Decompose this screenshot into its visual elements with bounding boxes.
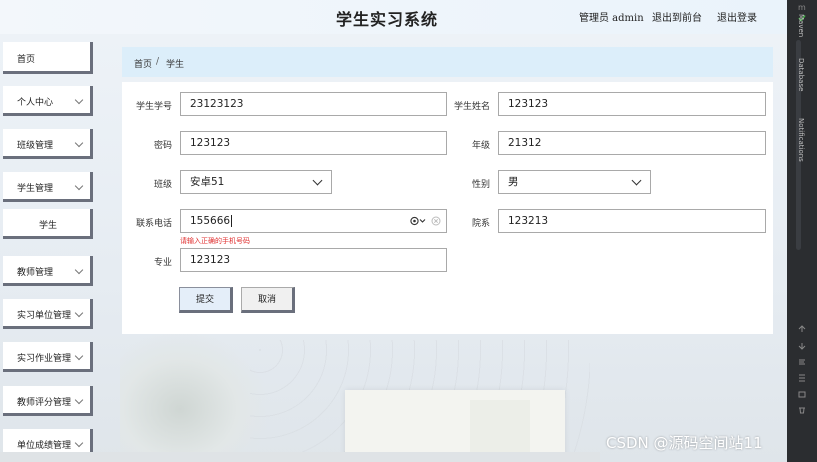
chevron-down-icon [74, 181, 84, 191]
chevron-down-icon [74, 138, 84, 148]
sidebar-item-label: 学生管理 [17, 184, 54, 194]
database-panel-tab[interactable]: Database [797, 58, 805, 91]
cancel-button[interactable]: 取消 [241, 287, 295, 313]
student-no-input[interactable]: 23123123 [180, 92, 447, 116]
logout-link[interactable]: 退出登录 [717, 9, 757, 24]
grade-input[interactable]: 21312 [498, 131, 766, 155]
sidebar-item-student-management[interactable]: 学生管理 [3, 172, 93, 202]
department-label: 院系 [471, 219, 490, 229]
chevron-down-icon [74, 395, 84, 405]
sidebar-item-label: 实习作业管理 [17, 354, 72, 364]
gender-label: 性别 [471, 180, 490, 190]
student-no-label: 学生学号 [135, 102, 172, 112]
password-input[interactable]: 123123 [180, 131, 447, 155]
background-decoration [120, 330, 270, 462]
sidebar-item-class-management[interactable]: 班级管理 [3, 129, 93, 159]
app-title: 学生实习系统 [336, 10, 439, 29]
chevron-down-icon [74, 308, 84, 318]
top-header: 学生实习系统 管理员 admin 退出到前台 退出登录 [0, 0, 787, 34]
sort-icon[interactable] [798, 374, 806, 382]
password-manager-icon[interactable] [410, 216, 426, 226]
watermark: CSDN @源码空间站11 [606, 434, 763, 452]
app-window: 学生实习系统 管理员 admin 退出到前台 退出登录 首页 个人中心 班级管理… [0, 0, 787, 462]
maven-m-icon: m [798, 3, 806, 11]
student-name-input[interactable]: 123123 [498, 92, 766, 116]
sidebar-item-label: 教师评分管理 [17, 398, 72, 408]
phone-input[interactable]: 155666 [180, 209, 447, 233]
arrow-down-icon[interactable] [798, 342, 806, 350]
student-name-value: 123123 [508, 98, 549, 110]
phone-value: 155666 [190, 215, 231, 227]
class-select[interactable]: 安卓51 [180, 170, 332, 194]
grade-value: 21312 [508, 137, 542, 149]
maven-panel-tab[interactable]: Maven [797, 14, 805, 37]
chevron-down-icon [74, 438, 84, 448]
gender-select[interactable]: 男 [498, 170, 651, 194]
current-user: 管理员 admin [579, 13, 644, 24]
arrow-up-icon[interactable] [798, 325, 806, 333]
grade-label: 年级 [471, 141, 490, 151]
sidebar-subitem-student[interactable]: 学生 [3, 209, 93, 239]
department-value: 123213 [508, 215, 549, 227]
sidebar-item-label: 教师管理 [17, 268, 54, 278]
sidebar-item-label: 单位成绩管理 [17, 441, 72, 451]
student-name-label: 学生姓名 [453, 102, 490, 112]
breadcrumb-separator: / [156, 57, 160, 67]
submit-button[interactable]: 提交 [179, 287, 233, 313]
sidebar-item-internship-homework-management[interactable]: 实习作业管理 [3, 342, 93, 372]
chevron-down-icon [312, 175, 323, 186]
sidebar-item-label: 个人中心 [17, 98, 54, 108]
class-label: 班级 [153, 180, 172, 190]
print-icon[interactable] [798, 390, 806, 398]
text-cursor [231, 215, 233, 227]
sidebar-item-label: 首页 [17, 55, 36, 65]
password-value: 123123 [190, 137, 231, 149]
sidebar-item-label: 班级管理 [17, 141, 54, 151]
password-label: 密码 [153, 141, 172, 151]
phone-label: 联系电话 [135, 219, 172, 229]
major-value: 123123 [190, 254, 231, 266]
department-input[interactable]: 123213 [498, 209, 766, 233]
breadcrumb: 首页 / 学生 [122, 47, 773, 77]
student-no-value: 23123123 [190, 98, 244, 110]
notifications-panel-tab[interactable]: Notifications [797, 118, 805, 162]
exit-to-front-link[interactable]: 退出到前台 [652, 9, 702, 24]
sidebar-item-home[interactable]: 首页 [3, 42, 93, 74]
sidebar-item-personal-center[interactable]: 个人中心 [3, 86, 93, 116]
trash-icon[interactable] [798, 406, 806, 414]
chevron-down-icon [74, 265, 84, 275]
phone-error-message: 请输入正确的手机号码 [180, 237, 250, 245]
breadcrumb-home[interactable]: 首页 [134, 57, 152, 70]
sidebar-item-label: 学生 [39, 221, 58, 231]
taskbar-strip [0, 452, 600, 462]
breadcrumb-current: 学生 [166, 60, 185, 70]
class-value: 安卓51 [190, 176, 225, 188]
gender-value: 男 [508, 176, 519, 188]
major-input[interactable]: 123123 [180, 248, 447, 272]
sidebar-item-label: 实习单位管理 [17, 311, 72, 321]
sidebar-item-teacher-management[interactable]: 教师管理 [3, 256, 93, 286]
major-label: 专业 [153, 258, 172, 268]
sidebar-item-teacher-score-management[interactable]: 教师评分管理 [3, 386, 93, 416]
ide-tool-strip: m Maven Database Notifications [787, 0, 817, 462]
svg-text:m: m [798, 3, 806, 11]
chevron-down-icon [631, 175, 642, 186]
sidebar-item-internship-unit-management[interactable]: 实习单位管理 [3, 299, 93, 329]
chevron-down-icon [74, 351, 84, 361]
chevron-down-icon [74, 95, 84, 105]
wrap-icon[interactable] [798, 358, 806, 366]
